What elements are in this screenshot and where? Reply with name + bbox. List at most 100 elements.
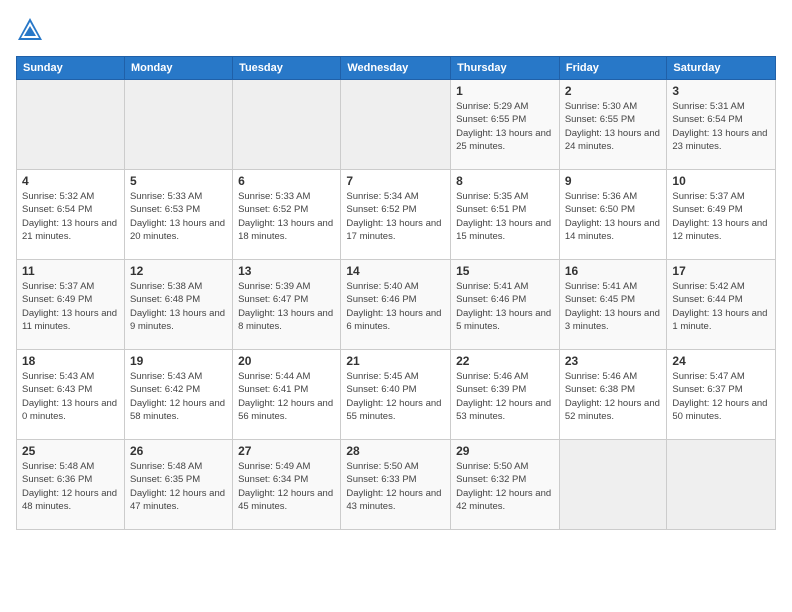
day-number: 8 (456, 174, 554, 188)
calendar-cell: 29 Sunrise: 5:50 AM Sunset: 6:32 PM Dayli… (451, 440, 560, 530)
day-number: 18 (22, 354, 119, 368)
day-number: 16 (565, 264, 662, 278)
calendar-cell: 3 Sunrise: 5:31 AM Sunset: 6:54 PM Daylig… (667, 80, 776, 170)
day-info: Sunrise: 5:36 AM Sunset: 6:50 PM Dayligh… (565, 190, 662, 243)
calendar-cell (341, 80, 451, 170)
day-number: 28 (346, 444, 445, 458)
day-info: Sunrise: 5:44 AM Sunset: 6:41 PM Dayligh… (238, 370, 335, 423)
day-info: Sunrise: 5:30 AM Sunset: 6:55 PM Dayligh… (565, 100, 662, 153)
day-info: Sunrise: 5:43 AM Sunset: 6:42 PM Dayligh… (130, 370, 227, 423)
day-info: Sunrise: 5:47 AM Sunset: 6:37 PM Dayligh… (672, 370, 770, 423)
calendar-cell: 4 Sunrise: 5:32 AM Sunset: 6:54 PM Daylig… (17, 170, 125, 260)
calendar-cell: 7Sunrise: 5:34 AM Sunset: 6:52 PM Daylig… (341, 170, 451, 260)
day-number: 22 (456, 354, 554, 368)
day-info: Sunrise: 5:39 AM Sunset: 6:47 PM Dayligh… (238, 280, 335, 333)
logo-icon (16, 16, 44, 44)
calendar-cell: 9 Sunrise: 5:36 AM Sunset: 6:50 PM Daylig… (559, 170, 667, 260)
calendar-header-row: SundayMondayTuesdayWednesdayThursdayFrid… (17, 57, 776, 80)
day-info: Sunrise: 5:33 AM Sunset: 6:53 PM Dayligh… (130, 190, 227, 243)
calendar-cell: 18 Sunrise: 5:43 AM Sunset: 6:43 PM Dayli… (17, 350, 125, 440)
calendar-cell: 25Sunrise: 5:48 AM Sunset: 6:36 PM Dayli… (17, 440, 125, 530)
day-info: Sunrise: 5:41 AM Sunset: 6:45 PM Dayligh… (565, 280, 662, 333)
day-info: Sunrise: 5:46 AM Sunset: 6:39 PM Dayligh… (456, 370, 554, 423)
calendar-cell: 17 Sunrise: 5:42 AM Sunset: 6:44 PM Dayli… (667, 260, 776, 350)
day-number: 1 (456, 84, 554, 98)
day-info: Sunrise: 5:34 AM Sunset: 6:52 PM Dayligh… (346, 190, 445, 243)
day-header-monday: Monday (124, 57, 232, 80)
day-number: 3 (672, 84, 770, 98)
day-info: Sunrise: 5:29 AM Sunset: 6:55 PM Dayligh… (456, 100, 554, 153)
day-number: 14 (346, 264, 445, 278)
calendar-cell: 26 Sunrise: 5:48 AM Sunset: 6:35 PM Dayli… (124, 440, 232, 530)
day-info: Sunrise: 5:38 AM Sunset: 6:48 PM Dayligh… (130, 280, 227, 333)
calendar-week-4: 25Sunrise: 5:48 AM Sunset: 6:36 PM Dayli… (17, 440, 776, 530)
calendar-cell: 13 Sunrise: 5:39 AM Sunset: 6:47 PM Dayli… (233, 260, 341, 350)
day-info: Sunrise: 5:43 AM Sunset: 6:43 PM Dayligh… (22, 370, 119, 423)
calendar-cell: 27 Sunrise: 5:49 AM Sunset: 6:34 PM Dayli… (233, 440, 341, 530)
calendar-cell: 22 Sunrise: 5:46 AM Sunset: 6:39 PM Dayli… (451, 350, 560, 440)
calendar-cell: 23Sunrise: 5:46 AM Sunset: 6:38 PM Dayli… (559, 350, 667, 440)
day-info: Sunrise: 5:42 AM Sunset: 6:44 PM Dayligh… (672, 280, 770, 333)
day-number: 29 (456, 444, 554, 458)
calendar-table: SundayMondayTuesdayWednesdayThursdayFrid… (16, 56, 776, 530)
calendar-cell: 1 Sunrise: 5:29 AM Sunset: 6:55 PM Daylig… (451, 80, 560, 170)
day-number: 4 (22, 174, 119, 188)
calendar-cell (559, 440, 667, 530)
day-number: 15 (456, 264, 554, 278)
day-header-tuesday: Tuesday (233, 57, 341, 80)
calendar-cell (233, 80, 341, 170)
calendar-cell: 12 Sunrise: 5:38 AM Sunset: 6:48 PM Dayli… (124, 260, 232, 350)
calendar-cell: 5 Sunrise: 5:33 AM Sunset: 6:53 PM Daylig… (124, 170, 232, 260)
calendar-cell: 11 Sunrise: 5:37 AM Sunset: 6:49 PM Dayli… (17, 260, 125, 350)
day-header-wednesday: Wednesday (341, 57, 451, 80)
day-number: 17 (672, 264, 770, 278)
day-number: 12 (130, 264, 227, 278)
calendar-cell: 21 Sunrise: 5:45 AM Sunset: 6:40 PM Dayli… (341, 350, 451, 440)
calendar-week-0: 1 Sunrise: 5:29 AM Sunset: 6:55 PM Daylig… (17, 80, 776, 170)
calendar-cell (124, 80, 232, 170)
calendar-cell: 8 Sunrise: 5:35 AM Sunset: 6:51 PM Daylig… (451, 170, 560, 260)
day-number: 20 (238, 354, 335, 368)
calendar-cell: 19 Sunrise: 5:43 AM Sunset: 6:42 PM Dayli… (124, 350, 232, 440)
day-number: 26 (130, 444, 227, 458)
day-info: Sunrise: 5:49 AM Sunset: 6:34 PM Dayligh… (238, 460, 335, 513)
calendar-cell (17, 80, 125, 170)
calendar-week-3: 18 Sunrise: 5:43 AM Sunset: 6:43 PM Dayli… (17, 350, 776, 440)
calendar-cell: 2 Sunrise: 5:30 AM Sunset: 6:55 PM Daylig… (559, 80, 667, 170)
calendar-week-2: 11 Sunrise: 5:37 AM Sunset: 6:49 PM Dayli… (17, 260, 776, 350)
day-info: Sunrise: 5:32 AM Sunset: 6:54 PM Dayligh… (22, 190, 119, 243)
day-number: 11 (22, 264, 119, 278)
calendar-week-1: 4 Sunrise: 5:32 AM Sunset: 6:54 PM Daylig… (17, 170, 776, 260)
day-number: 24 (672, 354, 770, 368)
day-info: Sunrise: 5:37 AM Sunset: 6:49 PM Dayligh… (22, 280, 119, 333)
day-header-saturday: Saturday (667, 57, 776, 80)
day-number: 27 (238, 444, 335, 458)
day-number: 21 (346, 354, 445, 368)
day-info: Sunrise: 5:45 AM Sunset: 6:40 PM Dayligh… (346, 370, 445, 423)
calendar-cell: 28Sunrise: 5:50 AM Sunset: 6:33 PM Dayli… (341, 440, 451, 530)
day-info: Sunrise: 5:50 AM Sunset: 6:32 PM Dayligh… (456, 460, 554, 513)
day-number: 2 (565, 84, 662, 98)
day-number: 25 (22, 444, 119, 458)
day-info: Sunrise: 5:48 AM Sunset: 6:35 PM Dayligh… (130, 460, 227, 513)
day-number: 10 (672, 174, 770, 188)
calendar-cell: 20 Sunrise: 5:44 AM Sunset: 6:41 PM Dayli… (233, 350, 341, 440)
calendar-cell (667, 440, 776, 530)
day-info: Sunrise: 5:37 AM Sunset: 6:49 PM Dayligh… (672, 190, 770, 243)
logo (16, 16, 48, 44)
calendar-cell: 24 Sunrise: 5:47 AM Sunset: 6:37 PM Dayli… (667, 350, 776, 440)
day-number: 13 (238, 264, 335, 278)
day-number: 9 (565, 174, 662, 188)
calendar-cell: 16 Sunrise: 5:41 AM Sunset: 6:45 PM Dayli… (559, 260, 667, 350)
day-info: Sunrise: 5:40 AM Sunset: 6:46 PM Dayligh… (346, 280, 445, 333)
day-info: Sunrise: 5:31 AM Sunset: 6:54 PM Dayligh… (672, 100, 770, 153)
day-number: 5 (130, 174, 227, 188)
day-info: Sunrise: 5:33 AM Sunset: 6:52 PM Dayligh… (238, 190, 335, 243)
page-header (16, 16, 776, 44)
day-number: 19 (130, 354, 227, 368)
day-header-friday: Friday (559, 57, 667, 80)
day-info: Sunrise: 5:41 AM Sunset: 6:46 PM Dayligh… (456, 280, 554, 333)
calendar-cell: 6Sunrise: 5:33 AM Sunset: 6:52 PM Daylig… (233, 170, 341, 260)
day-info: Sunrise: 5:35 AM Sunset: 6:51 PM Dayligh… (456, 190, 554, 243)
calendar-cell: 10 Sunrise: 5:37 AM Sunset: 6:49 PM Dayli… (667, 170, 776, 260)
